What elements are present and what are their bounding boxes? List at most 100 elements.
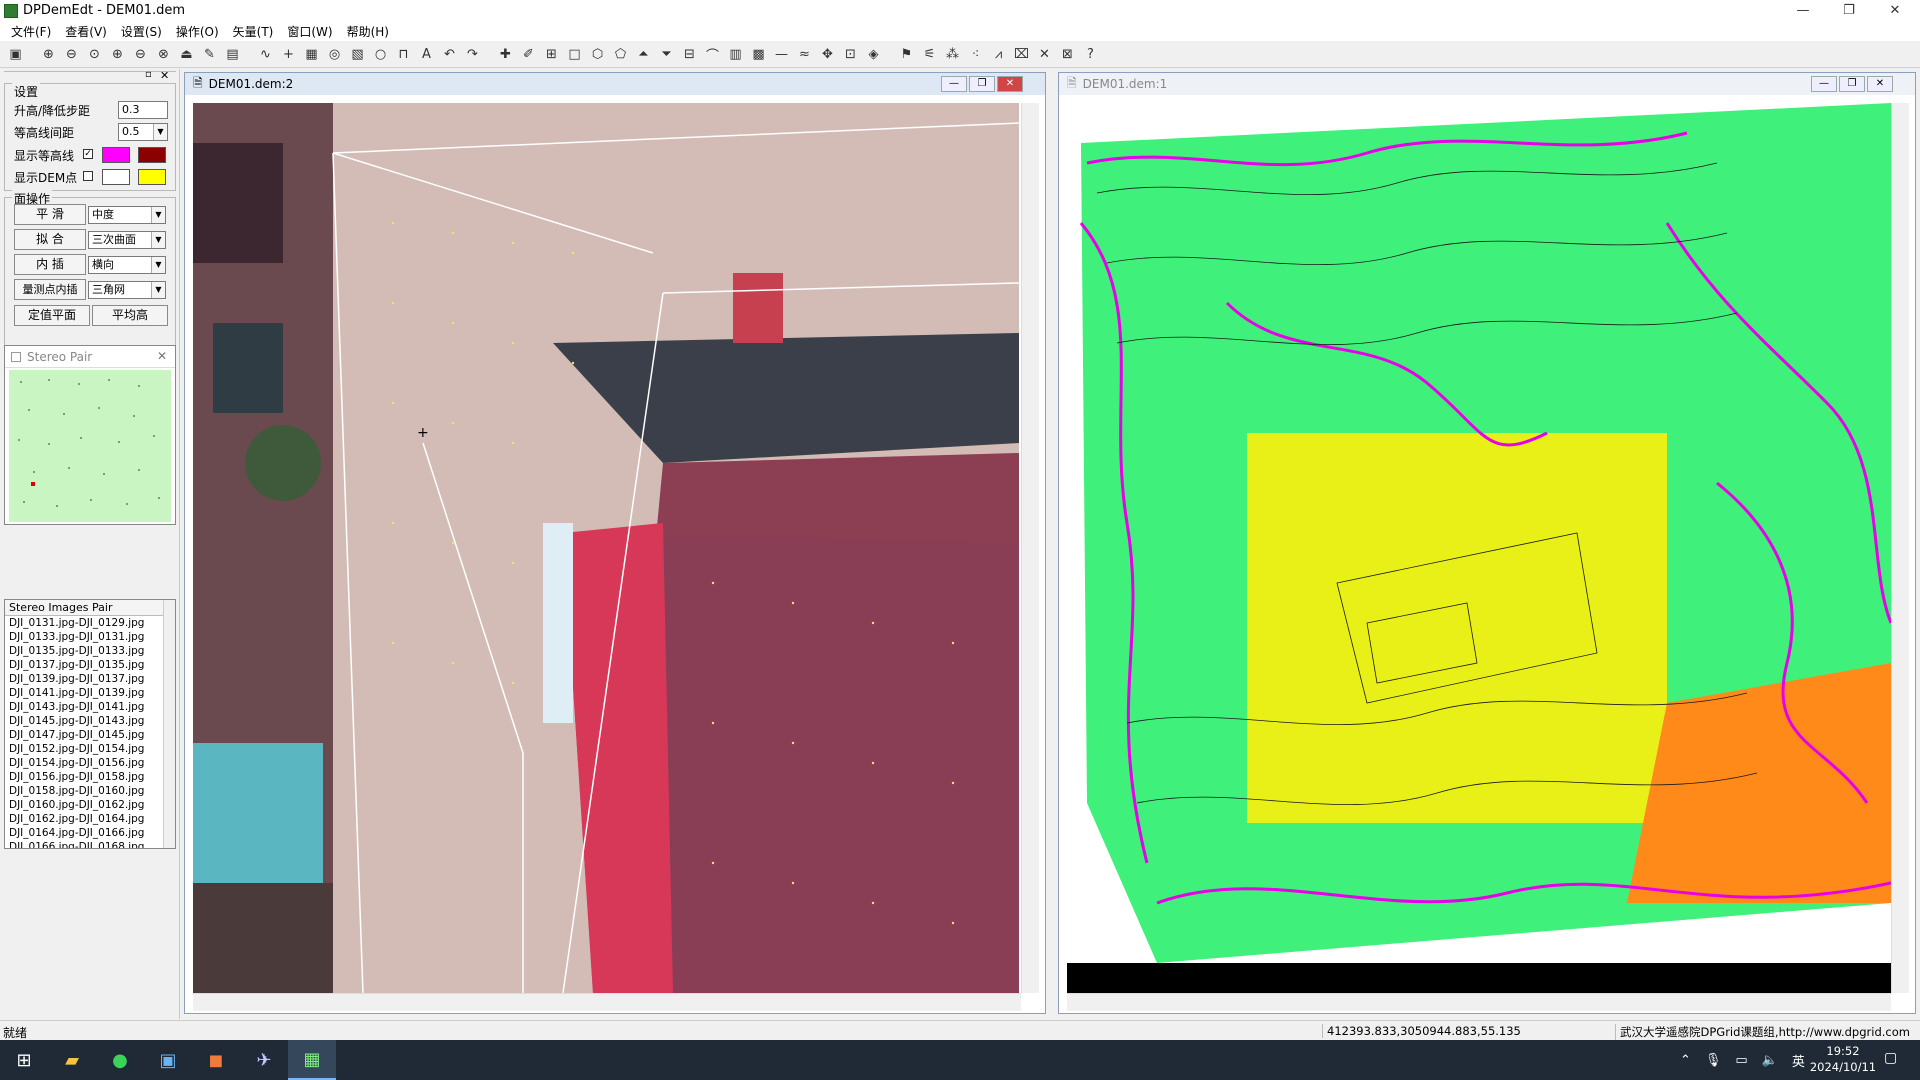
brush-icon[interactable]: ✐ <box>519 45 538 64</box>
menu-operate[interactable]: 操作(O) <box>169 23 226 40</box>
show-dem-checkbox[interactable] <box>83 171 93 181</box>
pairs-list-scrollbar[interactable] <box>163 600 175 848</box>
list-item[interactable]: DJI_0164.jpg-DJI_0166.jpg <box>5 826 175 840</box>
list-item[interactable]: DJI_0137.jpg-DJI_0135.jpg <box>5 658 175 672</box>
interval-select[interactable]: 0.5 ▼ <box>118 123 168 141</box>
zoom-window-icon[interactable]: ⊕ <box>108 45 127 64</box>
dem-window-1-hscroll[interactable] <box>1067 993 1891 1011</box>
chevron-up-icon[interactable]: ⌃ <box>1680 1053 1691 1068</box>
pairs-list-header[interactable]: Stereo Images Pair <box>5 600 175 616</box>
wave-icon[interactable]: ≈ <box>795 45 814 64</box>
text-icon[interactable]: A <box>417 45 436 64</box>
undo-icon[interactable]: ↶ <box>440 45 459 64</box>
minimize-button[interactable]: — <box>1780 0 1826 21</box>
dem-window-1-minimize[interactable]: — <box>1811 76 1837 92</box>
ime-indicator[interactable]: 英 <box>1792 1051 1805 1070</box>
curve-icon[interactable]: ∿ <box>256 45 275 64</box>
menu-vector[interactable]: 矢量(T) <box>226 23 281 40</box>
dem-window-2-close[interactable]: ✕ <box>997 76 1023 92</box>
list-item[interactable]: DJI_0152.jpg-DJI_0154.jpg <box>5 742 175 756</box>
list-item[interactable]: DJI_0141.jpg-DJI_0139.jpg <box>5 686 175 700</box>
raise-area-icon[interactable]: ⏶ <box>634 45 653 64</box>
panel-close-icon[interactable]: ✕ <box>160 69 172 82</box>
show-contour-label[interactable]: 显示等高线 <box>14 147 74 164</box>
contour-color-swatch-1[interactable] <box>102 147 130 163</box>
circle-icon[interactable]: ○ <box>371 45 390 64</box>
dem-window-2-minimize[interactable]: — <box>941 76 967 92</box>
step-input[interactable]: 0.3 <box>118 101 168 119</box>
dpdemedt-taskbar-icon[interactable]: ▦ <box>288 1040 336 1080</box>
list-item[interactable]: DJI_0147.jpg-DJI_0145.jpg <box>5 728 175 742</box>
zoom-prev-icon[interactable]: ⊖ <box>131 45 150 64</box>
interpolate-dir-select[interactable]: 横向 ▼ <box>88 256 166 274</box>
volume-icon[interactable]: 🔈 <box>1762 1053 1778 1068</box>
fixed-plane-button[interactable]: 定值平面 <box>14 305 90 326</box>
measure-icon[interactable]: ⊞ <box>542 45 561 64</box>
smooth-level-select[interactable]: 中度 ▼ <box>88 206 166 224</box>
dem-contour-view[interactable] <box>1067 103 1891 993</box>
dem-window-2-vscroll[interactable] <box>1021 103 1039 993</box>
list-item[interactable]: DJI_0135.jpg-DJI_0133.jpg <box>5 644 175 658</box>
scatter-icon[interactable]: ⁂ <box>943 45 962 64</box>
restore-button[interactable]: ❐ <box>1826 0 1872 21</box>
polygon-select-icon[interactable]: ⬠ <box>611 45 630 64</box>
dem-color-swatch-2[interactable] <box>138 169 166 185</box>
list-item[interactable]: DJI_0139.jpg-DJI_0137.jpg <box>5 672 175 686</box>
cross-icon[interactable]: + <box>279 45 298 64</box>
zoom-in-icon[interactable]: ⊕ <box>39 45 58 64</box>
edit-icon[interactable]: ✎ <box>200 45 219 64</box>
zoom-out-icon[interactable]: ⊖ <box>62 45 81 64</box>
flag-icon[interactable]: ⚑ <box>897 45 916 64</box>
measure-interp-select[interactable]: 三角网 ▼ <box>88 281 166 299</box>
line-icon[interactable]: — <box>772 45 791 64</box>
list-item[interactable]: DJI_0158.jpg-DJI_0160.jpg <box>5 784 175 798</box>
frame-icon[interactable]: ▤ <box>223 45 242 64</box>
polygon-icon[interactable]: ⬡ <box>588 45 607 64</box>
table-icon[interactable]: ▥ <box>726 45 745 64</box>
stereo-pair-close-icon[interactable]: ✕ <box>157 349 167 363</box>
microphone-icon[interactable]: 🎙 <box>1705 1053 1722 1068</box>
diamond-icon[interactable]: ◈ <box>864 45 883 64</box>
list-item[interactable]: DJI_0131.jpg-DJI_0129.jpg <box>5 616 175 630</box>
hatch-icon[interactable]: ▧ <box>348 45 367 64</box>
list-item[interactable]: DJI_0145.jpg-DJI_0143.jpg <box>5 714 175 728</box>
lower-area-icon[interactable]: ⏷ <box>657 45 676 64</box>
panel-pin-icon[interactable]: ▫ <box>145 69 157 80</box>
clear-icon[interactable]: ⊠ <box>1058 45 1077 64</box>
save-icon[interactable]: ▣ <box>6 45 25 64</box>
menu-view[interactable]: 查看(V) <box>58 23 114 40</box>
stereo-image-view[interactable]: + <box>193 103 1019 993</box>
list-item[interactable]: DJI_0154.jpg-DJI_0156.jpg <box>5 756 175 770</box>
list-item[interactable]: DJI_0156.jpg-DJI_0158.jpg <box>5 770 175 784</box>
file-explorer-icon[interactable]: ▰ <box>48 1040 96 1080</box>
app-orange-icon[interactable]: ◼ <box>192 1040 240 1080</box>
scatter2-icon[interactable]: ⁖ <box>966 45 985 64</box>
redo-icon[interactable]: ↷ <box>463 45 482 64</box>
delete-icon[interactable]: ✕ <box>1035 45 1054 64</box>
polyline-icon[interactable]: ⩘ <box>989 45 1008 64</box>
check-icon[interactable]: ⌧ <box>1012 45 1031 64</box>
battery-icon[interactable]: ▭ <box>1735 1053 1747 1068</box>
menu-help[interactable]: 帮助(H) <box>340 23 396 40</box>
stereo-pair-map[interactable] <box>9 370 171 522</box>
contour-color-swatch-2[interactable] <box>138 147 166 163</box>
zoom-fit-icon[interactable]: ⊙ <box>85 45 104 64</box>
interpolate-button[interactable]: 内 插 <box>14 254 86 275</box>
list-item[interactable]: DJI_0160.jpg-DJI_0162.jpg <box>5 798 175 812</box>
bridge-icon[interactable]: ⌒ <box>703 45 722 64</box>
dem-window-1-close[interactable]: ✕ <box>1867 76 1893 92</box>
dem-window-2-hscroll[interactable] <box>193 993 1021 1011</box>
dem-window-1-restore[interactable]: ❐ <box>1839 76 1865 92</box>
show-dem-label[interactable]: 显示DEM点 <box>14 169 77 186</box>
lock-icon[interactable]: ⊓ <box>394 45 413 64</box>
clock[interactable]: 19:52 2024/10/11 <box>1808 1043 1878 1075</box>
list-item[interactable]: DJI_0143.jpg-DJI_0141.jpg <box>5 700 175 714</box>
list-item[interactable]: DJI_0166.jpg-DJI_0168.jpg <box>5 840 175 848</box>
zoom-actual-icon[interactable]: ⊗ <box>154 45 173 64</box>
average-height-button[interactable]: 平均高 <box>92 305 168 326</box>
box-icon[interactable]: ⊡ <box>841 45 860 64</box>
brush-line-icon[interactable]: ⚟ <box>920 45 939 64</box>
list-item[interactable]: DJI_0162.jpg-DJI_0164.jpg <box>5 812 175 826</box>
wechat-icon[interactable]: ● <box>96 1040 144 1080</box>
show-contour-checkbox[interactable]: ✓ <box>83 149 93 159</box>
